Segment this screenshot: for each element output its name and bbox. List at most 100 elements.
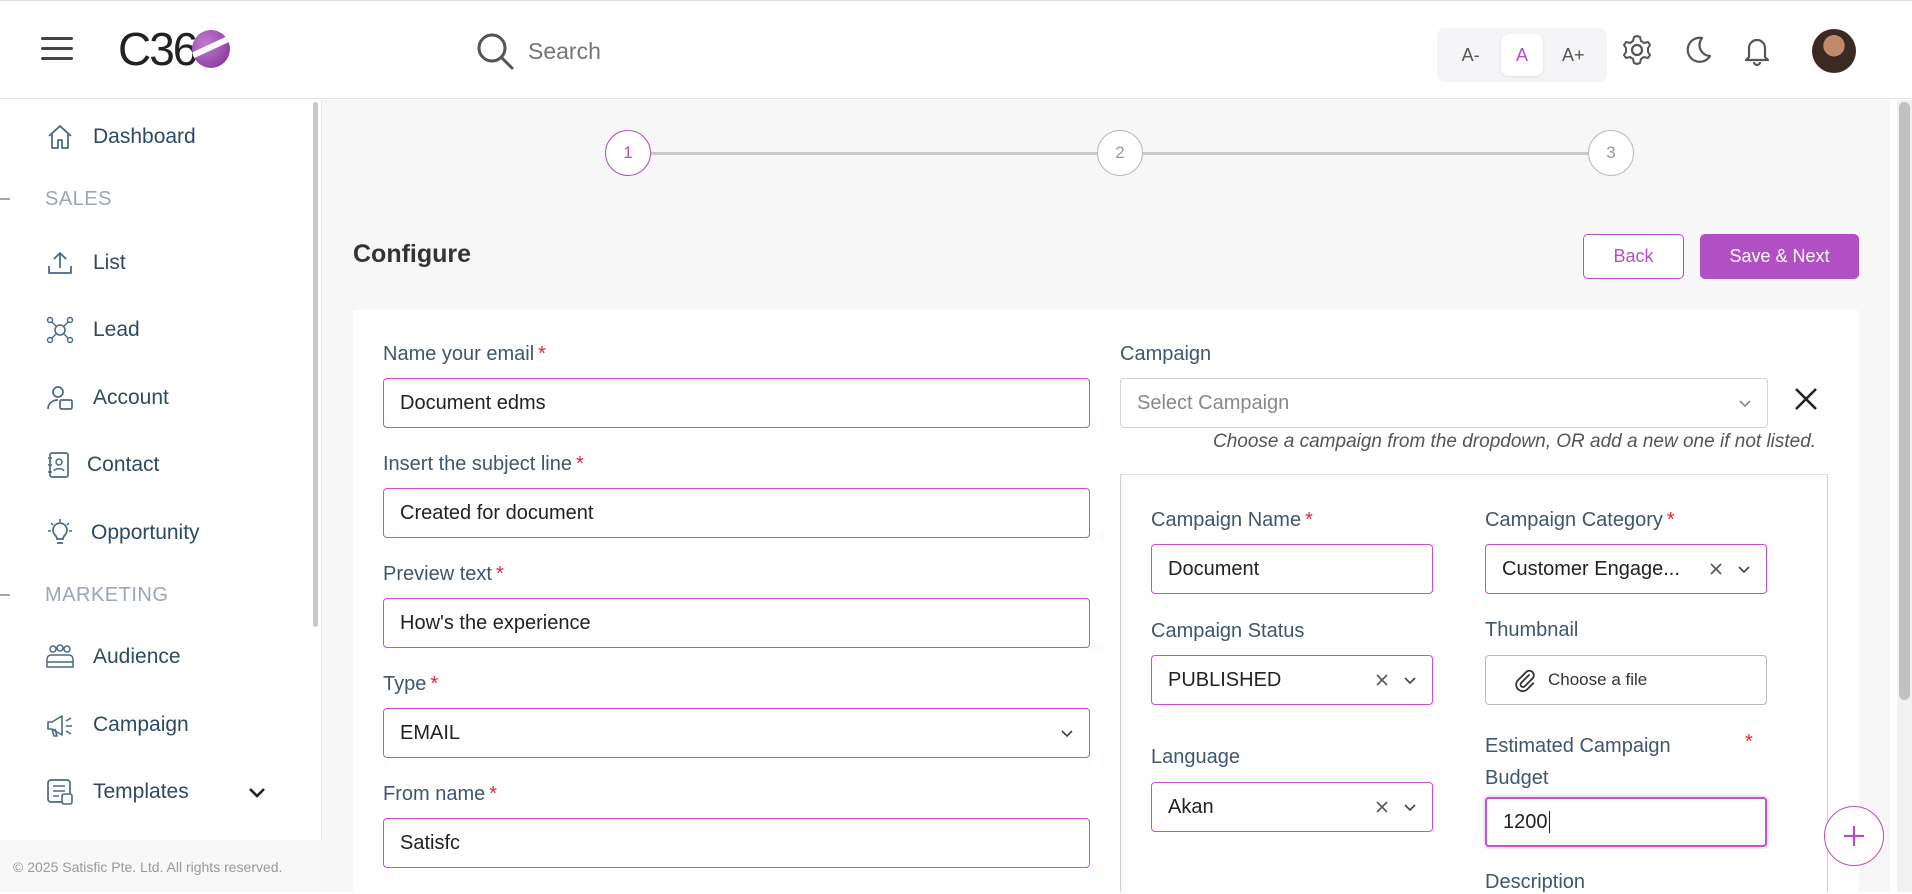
sidebar-item-campaign[interactable]: Campaign [45,710,189,740]
subject-label: Insert the subject line * [383,453,584,475]
page-title: Configure [353,240,472,268]
close-icon[interactable] [1793,386,1819,412]
top-header: C36 A- A A+ [0,0,1912,99]
stepper-line [651,152,1100,155]
subject-input[interactable]: Created for document [383,488,1090,538]
sidebar-item-label: List [93,251,126,274]
type-label: Type * [383,673,439,695]
sidebar-scrollbar[interactable] [313,102,318,627]
sidebar-item-label: Dashboard [93,125,196,148]
font-decrease-button[interactable]: A- [1450,34,1492,76]
campaign-label: Campaign [1120,343,1212,365]
choose-file-label: Choose a file [1548,670,1648,689]
save-next-button[interactable]: Save & Next [1700,234,1859,279]
section-divider [0,198,10,200]
sidebar: Dashboard SALES List Lead Account Contac… [0,100,322,892]
choose-file-button[interactable]: Choose a file [1485,655,1767,705]
network-icon [46,316,74,344]
campaign-select[interactable]: Select Campaign [1120,378,1768,428]
required-mark: * [1745,731,1753,753]
sidebar-item-label: Contact [87,453,160,476]
text-cursor [1548,811,1550,833]
description-label: Description [1485,871,1586,893]
clear-icon[interactable] [1374,672,1390,688]
main-scrollbar-thumb[interactable] [1899,102,1910,700]
section-title-sales: SALES [45,188,112,210]
gear-icon[interactable] [1620,33,1654,67]
language-label: Language [1151,746,1240,768]
home-icon [48,125,72,149]
bell-icon[interactable] [1740,33,1774,67]
campaign-category-select[interactable]: Customer Engage... [1485,544,1767,594]
sidebar-item-label: Templates [93,780,189,803]
email-name-label: Name your email * [383,343,546,365]
sidebar-item-label: Audience [93,645,181,668]
sidebar-item-audience[interactable]: Audience [45,642,181,672]
language-select[interactable]: Akan [1151,782,1433,832]
user-card-icon [47,386,73,410]
language-value: Akan [1168,795,1214,818]
add-button[interactable] [1824,806,1884,866]
main-scrollbar[interactable] [1897,100,1912,892]
preview-text-label: Preview text * [383,563,504,585]
chevron-down-icon [1061,730,1073,738]
clear-icon[interactable] [1708,561,1724,577]
section-title-marketing: MARKETING [45,584,169,606]
megaphone-icon [47,715,72,737]
step-3[interactable]: 3 [1588,130,1634,176]
stepper-line [1143,152,1592,155]
chevron-down-icon [1404,804,1416,812]
chevron-down-icon[interactable] [248,786,266,800]
sidebar-item-label: Lead [93,318,140,341]
search-icon[interactable] [475,31,515,71]
preview-text-input[interactable]: How's the experience [383,598,1090,648]
avatar[interactable] [1812,29,1856,73]
font-increase-button[interactable]: A+ [1552,34,1594,76]
plus-icon [1844,826,1864,846]
chevron-down-icon [1738,566,1750,574]
sidebar-item-label: Opportunity [91,521,200,544]
from-name-label: From name * [383,783,498,805]
chevron-down-icon [1739,400,1751,408]
group-icon [46,644,74,668]
campaign-name-label: Campaign Name * [1151,509,1313,531]
sidebar-item-opportunity[interactable]: Opportunity [45,518,200,548]
sidebar-item-templates[interactable]: Templates [45,777,275,807]
step-1[interactable]: 1 [605,130,651,176]
footer-copyright: © 2025 Satisfic Pte. Ltd. All rights res… [0,840,322,892]
sidebar-item-label: Account [93,386,169,409]
moon-icon[interactable] [1680,33,1714,67]
sidebar-item-account[interactable]: Account [45,383,169,413]
campaign-name-input[interactable]: Document [1151,544,1433,594]
sidebar-item-dashboard[interactable]: Dashboard [45,122,196,152]
upload-icon [48,252,72,274]
logo-mark [192,30,231,68]
type-select[interactable]: EMAIL [383,708,1090,758]
email-name-input[interactable]: Document edms [383,378,1090,428]
campaign-status-value: PUBLISHED [1168,668,1282,691]
contact-book-icon [48,452,69,478]
step-2[interactable]: 2 [1097,130,1143,176]
from-name-input[interactable]: Satisfc [383,818,1090,868]
menu-icon[interactable] [41,37,73,63]
paperclip-icon [1515,669,1535,692]
budget-input[interactable]: 1200 [1485,797,1767,847]
sidebar-item-list[interactable]: List [45,248,126,278]
back-button[interactable]: Back [1583,234,1684,279]
app-logo[interactable]: C36 [118,23,231,75]
font-default-button[interactable]: A [1500,34,1543,76]
sidebar-item-contact[interactable]: Contact [45,450,159,480]
chevron-down-icon [1404,677,1416,685]
clear-icon[interactable] [1374,799,1390,815]
budget-value: 1200 [1503,810,1548,833]
campaign-status-select[interactable]: PUBLISHED [1151,655,1433,705]
type-value: EMAIL [400,721,461,744]
thumbnail-label: Thumbnail [1485,619,1579,641]
font-size-switcher: A- A A+ [1437,28,1607,82]
lightbulb-icon [48,519,72,544]
campaign-category-label: Campaign Category * [1485,509,1675,531]
search-input[interactable] [528,34,928,68]
campaign-category-value: Customer Engage... [1502,557,1680,580]
logo-text: C36 [118,23,198,75]
sidebar-item-lead[interactable]: Lead [45,315,140,345]
